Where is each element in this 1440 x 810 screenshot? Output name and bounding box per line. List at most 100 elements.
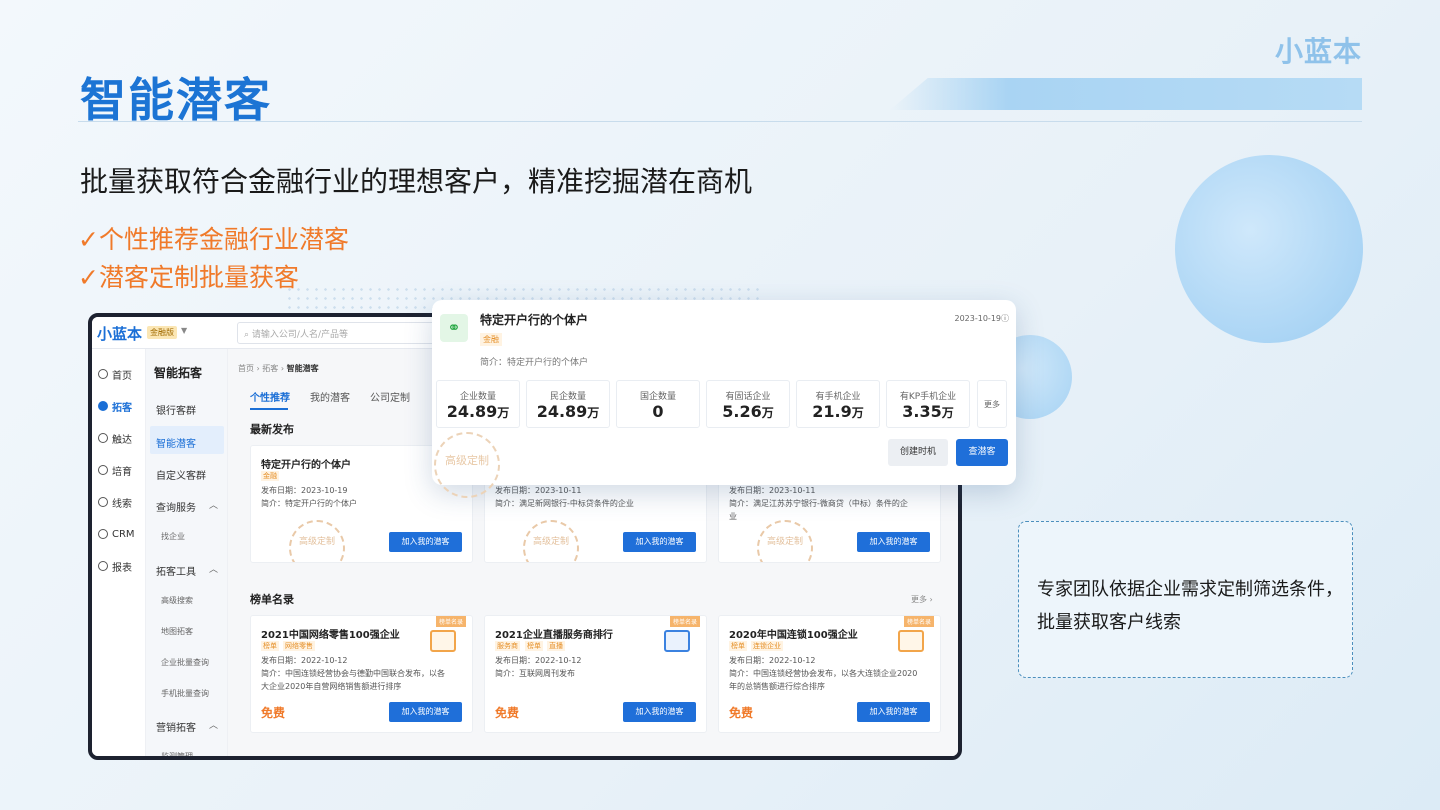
app-logo[interactable]: 小蓝本: [97, 323, 142, 344]
popup-tag: 金融: [480, 333, 502, 346]
sub-item-marketing[interactable]: 营销拓客 ︿: [150, 710, 224, 738]
add-prospect-button[interactable]: 加入我的潜客: [857, 702, 930, 722]
create-opportunity-button[interactable]: 创建时机: [888, 439, 948, 466]
rank-badge: 榜单名录: [903, 616, 934, 627]
tab-my-prospects[interactable]: 我的潜客: [310, 389, 350, 404]
tab-recommend[interactable]: 个性推荐: [250, 389, 290, 404]
main-nav: 首页 拓客 触达 培育 线索 CRM 报表: [92, 349, 146, 756]
card-intro-cont: 年的总销售额进行综合排序: [729, 682, 825, 691]
stat-label: 有手机企业: [815, 392, 861, 402]
tab-indicator: [250, 408, 288, 410]
sub-item-monitor[interactable]: 监测管理: [150, 742, 224, 756]
stat-box: 企业数量 24.89万: [436, 380, 520, 428]
chart-icon: [98, 561, 108, 571]
chevron-down-icon[interactable]: ▼: [181, 326, 187, 335]
store-icon: [430, 630, 456, 652]
nav-label: CRM: [112, 528, 135, 540]
stat-value-wrap: 21.9万: [797, 402, 879, 421]
sub-nav-heading: 智能拓客: [154, 366, 203, 380]
stat-unit: 万: [851, 406, 864, 420]
info-icon[interactable]: ⓘ: [1001, 314, 1009, 323]
card-date: 发布日期：2022-10-12: [261, 656, 348, 665]
view-prospects-button[interactable]: 查潜客: [956, 439, 1008, 466]
rank-badge: 榜单名录: [435, 616, 466, 627]
nav-item-leads[interactable]: 线索: [92, 489, 146, 515]
stat-value-wrap: 0: [617, 402, 699, 421]
add-prospect-button[interactable]: 加入我的潜客: [389, 532, 462, 552]
custom-seal: 高级定制: [434, 432, 500, 498]
stat-value: 24.89: [446, 402, 498, 421]
nav-item-nurture[interactable]: 培育: [92, 457, 146, 483]
decorative-circle: [1175, 155, 1363, 343]
add-prospect-button[interactable]: 加入我的潜客: [623, 532, 696, 552]
rank-card[interactable]: 榜单名录 2020年中国连锁100强企业 榜单 连锁企业 发布日期：2022-1…: [718, 615, 941, 733]
stat-box: 民企数量 24.89万: [526, 380, 610, 428]
chevron-up-icon: ︿: [208, 721, 218, 731]
card-tag: 网络零售: [283, 641, 315, 651]
sub-item-query[interactable]: 查询服务 ︿: [150, 490, 224, 518]
stat-unit: 万: [497, 406, 510, 420]
tab-custom[interactable]: 公司定制: [370, 389, 410, 404]
card-intro: 简介：中国连锁经营协会与德勤中国联合发布，以各: [261, 669, 445, 678]
card-tag: 直播: [547, 641, 565, 651]
subtitle: 批量获取符合金融行业的理想客户，精准挖掘潜在商机: [80, 165, 753, 198]
add-prospect-button[interactable]: 加入我的潜客: [857, 532, 930, 552]
stat-box: 国企数量 0: [616, 380, 700, 428]
sub-item-map[interactable]: 地图拓客: [150, 617, 224, 645]
nav-item-reach[interactable]: 触达: [92, 425, 146, 451]
sub-item-custom[interactable]: 自定义客群: [150, 458, 224, 486]
card-tag: 榜单: [261, 641, 279, 651]
compass-icon: [98, 401, 108, 411]
stat-label: 民企数量: [549, 392, 586, 402]
stat-label: 国企数量: [639, 392, 676, 402]
search-icon: ⌕: [244, 330, 252, 340]
stat-unit: 万: [761, 406, 774, 420]
nav-item-home[interactable]: 首页: [92, 361, 146, 387]
stat-value-wrap: 5.26万: [707, 402, 789, 421]
sub-item-tools[interactable]: 拓客工具 ︿: [150, 554, 224, 582]
popup-title: 特定开户行的个体户: [480, 313, 589, 327]
stat-label: 有KP手机企业: [899, 392, 957, 402]
sub-item-label: 查询服务: [156, 503, 196, 514]
detail-popup: ⚭ 特定开户行的个体户 金融 2023-10-19ⓘ 简介：特定开户行的个体户 …: [432, 300, 1016, 498]
sub-item-find[interactable]: 找企业: [150, 522, 224, 550]
sub-item-advanced[interactable]: 高级搜索: [150, 586, 224, 614]
nav-item-crm[interactable]: CRM: [92, 521, 146, 547]
nav-label: 拓客: [112, 402, 132, 414]
stats-more[interactable]: 更多: [977, 380, 1007, 428]
sub-item-label: 拓客工具: [156, 567, 196, 578]
sub-item-phone[interactable]: 手机批量查询: [150, 679, 224, 707]
popup-date-value: 2023-10-19: [954, 314, 1002, 323]
crm-icon: [98, 529, 108, 539]
card-tag: 榜单: [525, 641, 543, 651]
check-item: ✓潜客定制批量获客: [78, 263, 299, 292]
stat-box: 有固话企业 5.26万: [706, 380, 790, 428]
sub-item-bank[interactable]: 银行客群: [150, 393, 224, 421]
title-divider: [78, 121, 1362, 122]
more-link[interactable]: 更多 ›: [911, 594, 933, 605]
home-icon: [98, 369, 108, 379]
card-intro: 简介：互联网周刊发布: [495, 669, 575, 678]
price-label: 免费: [495, 706, 520, 720]
add-prospect-button[interactable]: 加入我的潜客: [389, 702, 462, 722]
sub-item-batch[interactable]: 企业批量查询: [150, 648, 224, 676]
card-intro: 简介：中国连锁经营协会发布，以各大连锁企业2020: [729, 669, 918, 678]
nav-item-reports[interactable]: 报表: [92, 553, 146, 579]
rank-card[interactable]: 榜单名录 2021中国网络零售100强企业 榜单 网络零售 发布日期：2022-…: [250, 615, 473, 733]
link-icon: ⚭: [440, 314, 468, 342]
rank-card[interactable]: 榜单名录 2021企业直播服务商排行 服务商 榜单 直播 发布日期：2022-1…: [484, 615, 707, 733]
custom-seal: 高级定制: [289, 520, 345, 562]
search-input[interactable]: ⌕ 请输入公司/人名/产品等: [237, 322, 437, 344]
edition-badge[interactable]: 金融版: [147, 326, 177, 339]
add-prospect-button[interactable]: 加入我的潜客: [623, 702, 696, 722]
price-label: 免费: [729, 706, 754, 720]
sub-item-smart[interactable]: 智能潜客: [150, 426, 224, 454]
card-tag: 榜单: [729, 641, 747, 651]
nav-label: 线索: [112, 498, 132, 510]
breadcrumb-item[interactable]: 首页: [238, 364, 254, 373]
stat-label: 企业数量: [459, 392, 496, 402]
nav-item-prospect[interactable]: 拓客: [92, 393, 146, 419]
note-line: 专家团队依据企业需求定制筛选条件，: [1037, 579, 1343, 600]
card-title: 2021中国网络零售100强企业: [261, 630, 400, 641]
breadcrumb-item[interactable]: 拓客: [262, 364, 278, 373]
